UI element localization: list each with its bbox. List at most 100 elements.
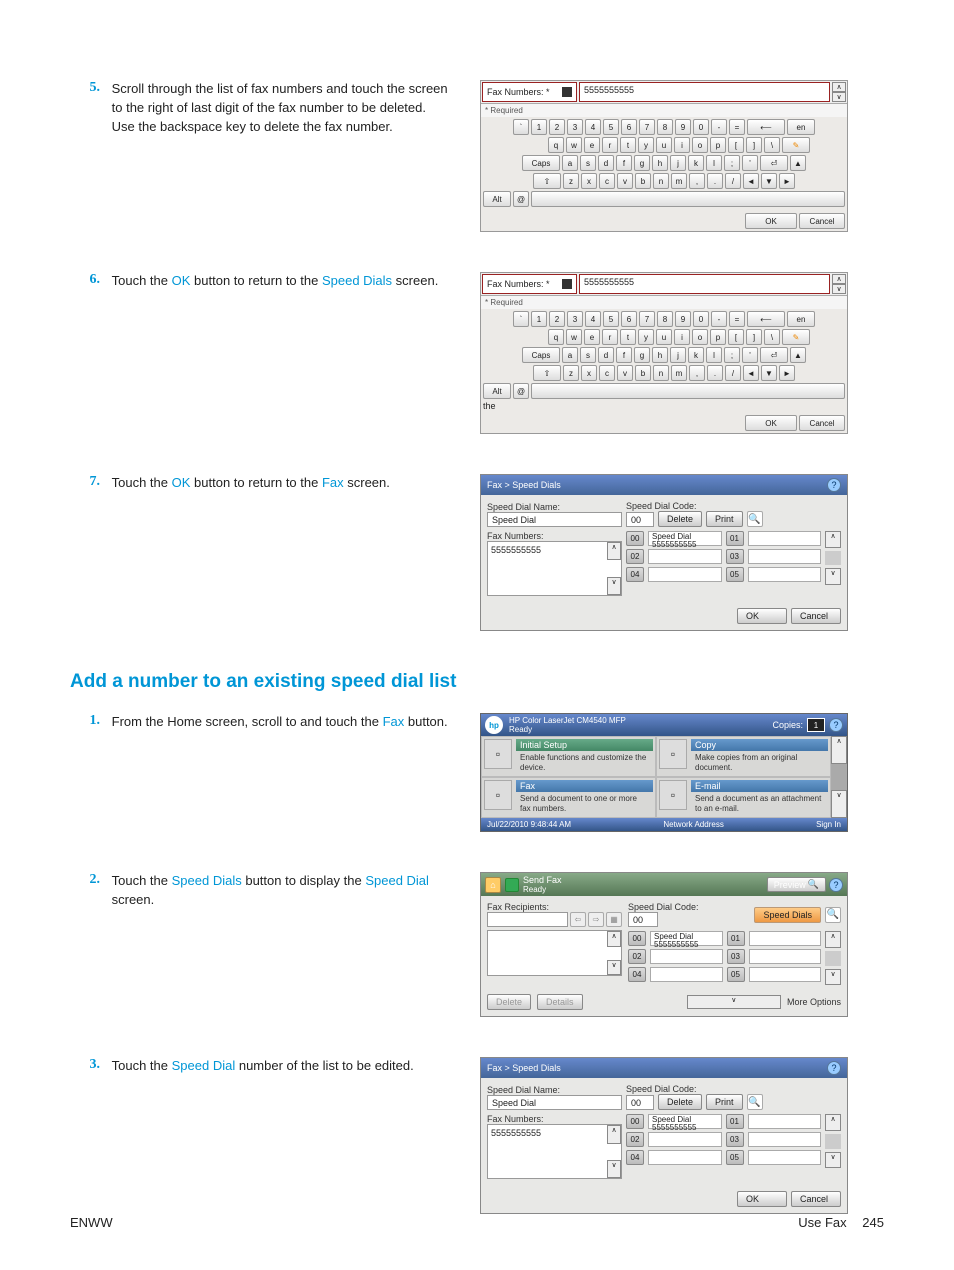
key-v[interactable]: v [617, 365, 633, 381]
recipients-list[interactable]: ∧ ∨ [487, 930, 622, 976]
sign-in-button[interactable]: Sign In [816, 820, 841, 829]
network-address-button[interactable]: Network Address [663, 820, 723, 829]
home-tile-copy[interactable]: ▫ Copy Make copies from an original docu… [656, 736, 831, 777]
key-⏎[interactable]: ⏎ [760, 155, 788, 171]
key-r[interactable]: r [602, 329, 618, 345]
search-icon[interactable]: 🔍 [825, 907, 841, 923]
keypad-icon[interactable]: ▦ [606, 912, 622, 927]
key-e[interactable]: e [584, 137, 600, 153]
speed-dial-slot[interactable]: 00Speed Dial5555555555 [626, 1114, 722, 1129]
key-w[interactable]: w [566, 137, 582, 153]
key-/[interactable]: / [725, 173, 741, 189]
scroll-up-icon[interactable]: ∧ [607, 931, 621, 946]
scroll-up-icon[interactable]: ∧ [607, 542, 621, 560]
key-✎[interactable]: ✎ [782, 137, 810, 153]
scroll-up-icon[interactable]: ∧ [825, 531, 841, 548]
delete-button[interactable]: Delete [658, 511, 702, 527]
cancel-button[interactable]: Cancel [791, 608, 841, 624]
key-▲[interactable]: ▲ [790, 155, 806, 171]
speed-dial-slot[interactable]: 04 [626, 567, 722, 582]
key-@[interactable]: @ [513, 383, 529, 399]
key-y[interactable]: y [638, 137, 654, 153]
cancel-button[interactable]: Cancel [791, 1191, 841, 1207]
key-s[interactable]: s [580, 155, 596, 171]
help-icon[interactable]: ? [827, 478, 841, 492]
dropdown-icon[interactable] [562, 87, 572, 97]
ok-button[interactable]: OK [745, 415, 797, 431]
key-\[interactable]: \ [764, 137, 780, 153]
key--[interactable]: - [711, 119, 727, 135]
key-p[interactable]: p [710, 137, 726, 153]
key-d[interactable]: d [598, 347, 614, 363]
key-t[interactable]: t [620, 137, 636, 153]
key-/[interactable]: / [725, 365, 741, 381]
speed-dial-slot[interactable]: 01 [726, 1114, 822, 1129]
key-4[interactable]: 4 [585, 119, 601, 135]
print-button[interactable]: Print [706, 511, 743, 527]
key-⟵[interactable]: ⟵ [747, 119, 785, 135]
key-►[interactable]: ► [779, 173, 795, 189]
key-Caps[interactable]: Caps [522, 347, 560, 363]
fax-number-value[interactable]: 5555555555 [579, 274, 830, 294]
key-0[interactable]: 0 [693, 119, 709, 135]
key-1[interactable]: 1 [531, 311, 547, 327]
key-b[interactable]: b [635, 173, 651, 189]
key-Alt[interactable]: Alt [483, 383, 511, 399]
key-,[interactable]: , [689, 365, 705, 381]
key-[[interactable]: [ [728, 329, 744, 345]
key-3[interactable]: 3 [567, 119, 583, 135]
speed-dial-slot[interactable]: 03 [726, 549, 822, 564]
fax-number-value[interactable]: 5555555555 [579, 82, 830, 102]
speed-dial-name-input[interactable]: Speed Dial [487, 1095, 622, 1110]
key-`[interactable]: ` [513, 119, 529, 135]
scroll-down-icon[interactable]: ∨ [607, 1160, 621, 1178]
key-▲[interactable]: ▲ [790, 347, 806, 363]
speed-dial-slot[interactable]: 03 [726, 1132, 822, 1147]
delete-button[interactable]: Delete [658, 1094, 702, 1110]
key-[[interactable]: [ [728, 137, 744, 153]
key-q[interactable]: q [548, 329, 564, 345]
key-v[interactable]: v [617, 173, 633, 189]
key-t[interactable]: t [620, 329, 636, 345]
scroll-up-icon[interactable]: ∧ [607, 1125, 621, 1143]
fax-recipients-input[interactable] [487, 912, 568, 927]
key-en[interactable]: en [787, 119, 815, 135]
key-◄[interactable]: ◄ [743, 365, 759, 381]
cancel-button[interactable]: Cancel [799, 213, 845, 229]
details-button[interactable]: Details [537, 994, 583, 1010]
key-c[interactable]: c [599, 173, 615, 189]
key-h[interactable]: h [652, 155, 668, 171]
ok-button[interactable]: OK [737, 608, 787, 624]
key-Alt[interactable]: Alt [483, 191, 511, 207]
home-tile-fax[interactable]: ▫ Fax Send a document to one or more fax… [481, 777, 656, 818]
key-6[interactable]: 6 [621, 119, 637, 135]
key-a[interactable]: a [562, 347, 578, 363]
key-k[interactable]: k [688, 347, 704, 363]
key-3[interactable]: 3 [567, 311, 583, 327]
key-`[interactable]: ` [513, 311, 529, 327]
speed-dial-slot[interactable]: 04 [626, 1150, 722, 1165]
key-w[interactable]: w [566, 329, 582, 345]
scroll-up-icon[interactable]: ∧ [832, 82, 846, 92]
key-\[interactable]: \ [764, 329, 780, 345]
key-'[interactable]: ' [742, 155, 758, 171]
speed-dials-button[interactable]: Speed Dials [754, 907, 821, 923]
home-icon[interactable]: ⌂ [485, 877, 501, 893]
scroll-down-icon[interactable]: ∨ [825, 969, 841, 986]
scroll-down-icon[interactable]: ∨ [832, 284, 846, 294]
key-8[interactable]: 8 [657, 311, 673, 327]
key-f[interactable]: f [616, 155, 632, 171]
key-Caps[interactable]: Caps [522, 155, 560, 171]
ok-button[interactable]: OK [737, 1191, 787, 1207]
key-j[interactable]: j [670, 347, 686, 363]
fax-numbers-field[interactable]: Fax Numbers: * [482, 274, 577, 294]
key-5[interactable]: 5 [603, 311, 619, 327]
key-f[interactable]: f [616, 347, 632, 363]
key-d[interactable]: d [598, 155, 614, 171]
scroll-up-icon[interactable]: ∧ [825, 1114, 841, 1131]
key-z[interactable]: z [563, 365, 579, 381]
key-u[interactable]: u [656, 137, 672, 153]
preview-button[interactable]: Preview🔍 [767, 877, 826, 892]
scroll-up-icon[interactable]: ∧ [825, 931, 841, 948]
scroll-down-icon[interactable]: ∨ [825, 1152, 841, 1169]
